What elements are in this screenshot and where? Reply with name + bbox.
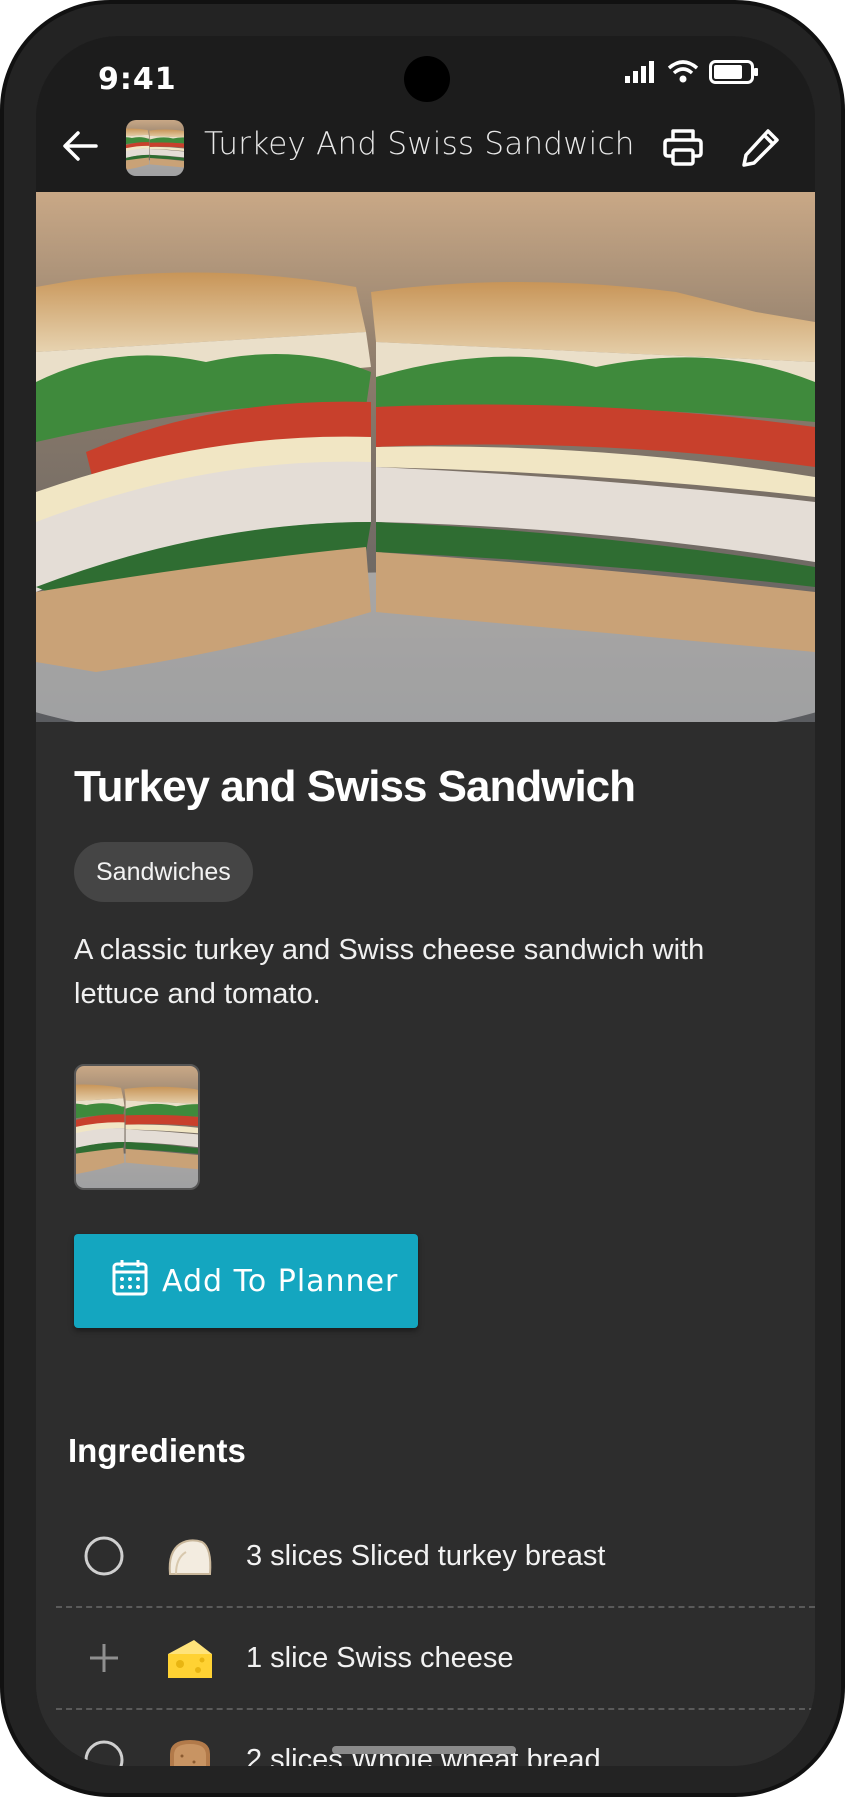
status-time: 9:41 xyxy=(98,62,177,97)
add-to-planner-button[interactable]: Add To Planner xyxy=(74,1234,418,1328)
signal-icon xyxy=(625,61,657,88)
circle-icon[interactable] xyxy=(84,1536,124,1576)
app-bar-title: Turkey And Swiss Sandwich xyxy=(204,126,635,162)
ingredient-text: 1 slice Swiss cheese xyxy=(246,1641,514,1674)
battery-icon xyxy=(709,60,759,89)
print-button[interactable] xyxy=(658,124,708,174)
recipe-title: Turkey and Swiss Sandwich xyxy=(74,762,636,811)
recipe-content: Turkey and Swiss Sandwich Sandwiches A c… xyxy=(36,722,815,1766)
recipe-description: A classic turkey and Swiss cheese sandwi… xyxy=(74,934,705,1010)
circle-icon[interactable] xyxy=(84,1740,124,1766)
recipe-hero-image xyxy=(36,192,815,722)
recipe-thumbnail-small xyxy=(126,120,184,176)
camera-cutout xyxy=(404,56,450,102)
ingredient-item[interactable]: 1 slice Swiss cheese xyxy=(56,1608,815,1710)
printer-icon xyxy=(662,126,704,173)
arrow-left-icon xyxy=(62,130,98,167)
plus-icon[interactable] xyxy=(84,1638,124,1678)
back-button[interactable] xyxy=(56,124,104,172)
calendar-icon xyxy=(112,1258,148,1304)
bread-icon xyxy=(164,1734,216,1766)
turkey-icon xyxy=(164,1530,216,1582)
ingredient-item[interactable]: 3 slices Sliced turkey breast xyxy=(56,1506,815,1608)
ingredients-heading: Ingredients xyxy=(68,1432,246,1469)
wifi-icon xyxy=(667,60,699,89)
add-to-planner-label: Add To Planner xyxy=(162,1263,399,1299)
phone-frame: 9:41 Turkey And Swiss Sandwich Turkey an… xyxy=(0,0,845,1797)
recipe-image-thumbnail[interactable] xyxy=(74,1064,200,1190)
status-icons xyxy=(625,60,759,89)
category-label: Sandwiches xyxy=(96,857,231,886)
screen: 9:41 Turkey And Swiss Sandwich Turkey an… xyxy=(36,36,815,1766)
ingredient-list: 3 slices Sliced turkey breast 1 slice Sw… xyxy=(56,1506,815,1766)
ingredient-item[interactable]: 2 slices Whole wheat bread xyxy=(56,1710,815,1766)
home-indicator[interactable] xyxy=(332,1746,516,1754)
app-bar: Turkey And Swiss Sandwich xyxy=(36,106,815,192)
cheese-icon xyxy=(164,1632,216,1684)
ingredient-text: 3 slices Sliced turkey breast xyxy=(246,1539,606,1572)
category-chip[interactable]: Sandwiches xyxy=(74,842,253,902)
pencil-icon xyxy=(740,126,782,173)
edit-button[interactable] xyxy=(736,124,786,174)
